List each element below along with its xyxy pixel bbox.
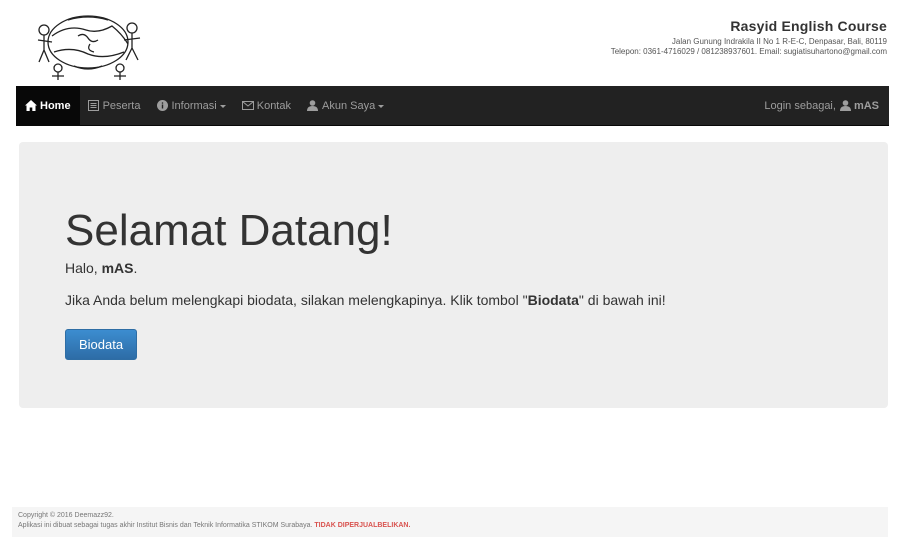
org-contact: Telepon: 0361-4716029 / 081238937601. Em…: [610, 47, 887, 56]
chevron-down-icon: [378, 104, 385, 108]
nav-label-kontak: Kontak: [256, 99, 291, 112]
logo-icon: [37, 15, 141, 80]
footer-note: Aplikasi ini dibuat sebagai tugas akhir …: [12, 521, 888, 531]
login-prefix: Login sebagai,: [764, 99, 836, 112]
site-header: Rasyid English Course Jalan Gunung Indra…: [0, 0, 899, 86]
list-icon: [88, 100, 100, 112]
nav-item-kontak[interactable]: Kontak: [234, 86, 299, 126]
info-icon: [156, 100, 168, 112]
nav-item-peserta[interactable]: Peserta: [80, 86, 149, 126]
nav-label-home: Home: [40, 99, 71, 112]
org-address: Jalan Gunung Indrakila II No 1 R-E-C, De…: [671, 37, 887, 46]
nav-item-akun-saya[interactable]: Akun Saya: [299, 86, 392, 126]
welcome-panel: Selamat Datang! Halo, mAS. Jika Anda bel…: [19, 142, 888, 408]
greeting-name: mAS: [101, 260, 134, 276]
nav-item-home[interactable]: Home: [16, 85, 80, 126]
footer-note-text: Aplikasi ini dibuat sebagai tugas akhir …: [18, 522, 313, 529]
footer-warning: TIDAK DIPERJUALBELIKAN.: [314, 522, 411, 529]
page-title: Selamat Datang!: [65, 206, 393, 255]
user-icon: [839, 100, 851, 111]
biodata-instruction: Jika Anda belum melengkapi biodata, sila…: [65, 292, 666, 308]
user-icon: [307, 100, 319, 112]
footer: Copyright © 2016 Deemazz92. Aplikasi ini…: [12, 507, 888, 537]
nav-label-informasi: Informasi: [171, 99, 217, 112]
nav-label-akun-saya: Akun Saya: [321, 99, 376, 112]
home-icon: [25, 100, 37, 112]
info-suffix: " di bawah ini!: [578, 292, 666, 308]
nav-label-peserta: Peserta: [102, 99, 141, 112]
biodata-button[interactable]: Biodata: [65, 329, 138, 360]
greeting-prefix: Halo,: [65, 260, 98, 276]
login-user-name: mAS: [853, 99, 879, 112]
navbar: Home Peserta Informasi Kontak Akun Saya …: [16, 85, 889, 126]
login-status[interactable]: Login sebagai, mAS: [764, 100, 889, 112]
org-info: Rasyid English Course Jalan Gunung Indra…: [611, 18, 887, 57]
greeting-text: Halo, mAS.: [65, 260, 137, 276]
greeting-suffix: .: [133, 260, 138, 276]
chevron-down-icon: [219, 104, 226, 108]
envelope-icon: [241, 100, 254, 112]
footer-copyright: Copyright © 2016 Deemazz92.: [18, 512, 114, 519]
org-name: Rasyid English Course: [730, 18, 887, 34]
nav-item-informasi[interactable]: Informasi: [148, 86, 233, 126]
info-bold: Biodata: [527, 292, 579, 308]
info-prefix: Jika Anda belum melengkapi biodata, sila…: [65, 292, 528, 308]
